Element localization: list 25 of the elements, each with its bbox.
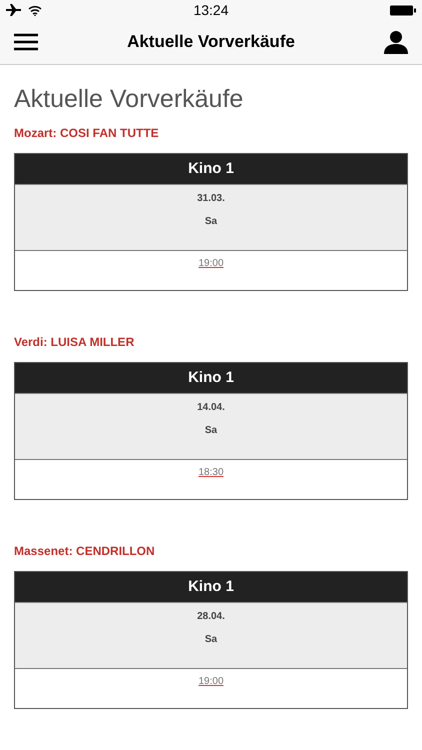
menu-button[interactable] <box>14 33 38 51</box>
status-time: 13:24 <box>193 2 229 18</box>
weekday-text: Sa <box>204 216 218 227</box>
page-title: Aktuelle Vorverkäufe <box>14 85 244 114</box>
weekday-text: Sa <box>204 425 218 436</box>
date-text: 28.04. <box>197 611 225 622</box>
showtime-link[interactable]: 19:00 <box>198 258 224 290</box>
event-title: Mozart: COSI FAN TUTTE <box>14 126 160 140</box>
showtime-link[interactable]: 18:30 <box>198 467 224 499</box>
nav-title: Aktuelle Vorverkäufe <box>127 32 295 52</box>
airplane-icon <box>6 4 22 16</box>
person-icon <box>384 30 408 54</box>
menu-icon <box>14 33 38 51</box>
venue-header: Kino 1 <box>15 154 407 184</box>
event-title: Verdi: LUISA MILLER <box>14 335 136 349</box>
battery-icon <box>390 4 416 16</box>
date-text: 31.03. <box>197 193 225 204</box>
venue-header: Kino 1 <box>15 572 407 602</box>
weekday-text: Sa <box>204 634 218 645</box>
wifi-icon <box>28 4 42 16</box>
showtime-link[interactable]: 19:00 <box>198 676 224 708</box>
venue-header: Kino 1 <box>15 363 407 393</box>
event-title: Massenet: CENDRILLON <box>14 544 156 558</box>
account-button[interactable] <box>384 30 408 54</box>
date-text: 14.04. <box>197 402 225 413</box>
